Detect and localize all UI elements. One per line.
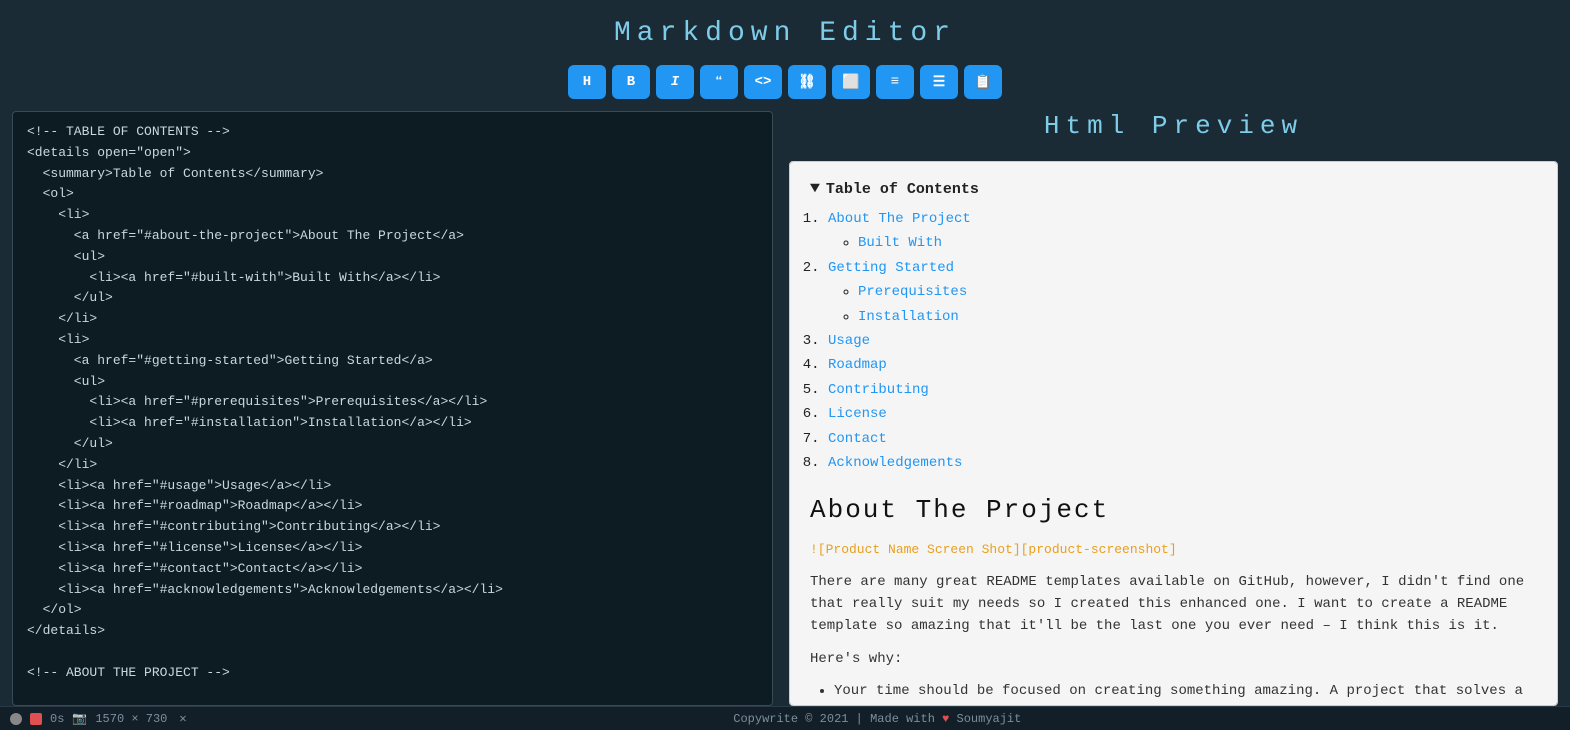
list-item: Your time should be focused on creating …	[834, 680, 1537, 706]
ordered-list-button[interactable]: ≡	[876, 65, 914, 99]
unordered-list-button[interactable]: ☰	[920, 65, 958, 99]
header: Markdown Editor H B I ❝ <> ⛓ ⬜ ≡ ☰ 📋	[0, 0, 1570, 111]
bullet-list: Your time should be focused on creating …	[834, 680, 1537, 706]
code-button[interactable]: <>	[744, 65, 782, 99]
image-button[interactable]: ⬜	[832, 65, 870, 99]
preview-header: Html Preview	[789, 111, 1558, 151]
toc-link-contact[interactable]: Contact	[828, 431, 887, 447]
list-item: Built With	[858, 232, 1537, 254]
toc-link-prerequisites[interactable]: Prerequisites	[858, 284, 967, 300]
list-item: Installation	[858, 306, 1537, 328]
toc-sublist: Prerequisites Installation	[858, 281, 1537, 328]
toc-link-license[interactable]: License	[828, 406, 887, 422]
toc-link-about[interactable]: About The Project	[828, 211, 971, 227]
record-icon	[10, 713, 22, 725]
toc-summary[interactable]: Table of Contents	[810, 178, 1537, 202]
main-area: <!-- TABLE OF CONTENTS --> <details open…	[0, 111, 1570, 706]
toc-link-usage[interactable]: Usage	[828, 333, 870, 349]
toc-link-installation[interactable]: Installation	[858, 309, 959, 325]
editor-content: <!-- TABLE OF CONTENTS --> <details open…	[27, 124, 503, 680]
heading-button[interactable]: H	[568, 65, 606, 99]
camera-icon: 📷	[72, 711, 87, 726]
editor-pane[interactable]: <!-- TABLE OF CONTENTS --> <details open…	[12, 111, 773, 706]
app-title: Markdown Editor	[0, 0, 1570, 57]
screenshot-link: ![Product Name Screen Shot][product-scre…	[810, 540, 1537, 561]
footer-text: Copywrite © 2021 | Made with ♥ Soumyajit	[195, 712, 1560, 726]
list-item: Getting Started Prerequisites Installati…	[828, 257, 1537, 328]
toc-sublist: Built With	[858, 232, 1537, 254]
heres-why-label: Here's why:	[810, 648, 1537, 670]
status-bar: 0s 📷 1570 × 730 ✕ Copywrite © 2021 | Mad…	[0, 706, 1570, 730]
toc-details[interactable]: Table of Contents About The Project Buil…	[810, 178, 1537, 474]
toc-link-getting-started[interactable]: Getting Started	[828, 260, 954, 276]
bold-button[interactable]: B	[612, 65, 650, 99]
toc-link-built-with[interactable]: Built With	[858, 235, 942, 251]
preview-pane[interactable]: Table of Contents About The Project Buil…	[789, 161, 1558, 706]
timer: 0s	[50, 712, 64, 726]
list-item: Contact	[828, 428, 1537, 450]
list-item: Contributing	[828, 379, 1537, 401]
list-item: About The Project Built With	[828, 208, 1537, 255]
list-item: License	[828, 403, 1537, 425]
section-title: About The Project	[810, 490, 1537, 532]
stop-icon	[30, 713, 42, 725]
clipboard-button[interactable]: 📋	[964, 65, 1002, 99]
toc-link-contributing[interactable]: Contributing	[828, 382, 929, 398]
close-icon[interactable]: ✕	[179, 711, 186, 726]
list-item: Usage	[828, 330, 1537, 352]
preview-wrapper: Html Preview Table of Contents About The…	[789, 111, 1558, 706]
list-item: Acknowledgements	[828, 452, 1537, 474]
list-item: Roadmap	[828, 354, 1537, 376]
toc-list: About The Project Built With Getting Sta…	[828, 208, 1537, 474]
editor-wrapper: <!-- TABLE OF CONTENTS --> <details open…	[12, 111, 781, 706]
dimensions: 1570 × 730	[95, 712, 167, 726]
italic-button[interactable]: I	[656, 65, 694, 99]
toc-link-roadmap[interactable]: Roadmap	[828, 357, 887, 373]
quote-button[interactable]: ❝	[700, 65, 738, 99]
link-button[interactable]: ⛓	[788, 65, 826, 99]
toc-link-acknowledgements[interactable]: Acknowledgements	[828, 455, 962, 471]
list-item: Prerequisites	[858, 281, 1537, 303]
description-text: There are many great README templates av…	[810, 571, 1537, 638]
preview-title: Html Preview	[1044, 111, 1303, 141]
heart-icon: ♥	[942, 712, 956, 726]
toolbar: H B I ❝ <> ⛓ ⬜ ≡ ☰ 📋	[0, 65, 1570, 99]
